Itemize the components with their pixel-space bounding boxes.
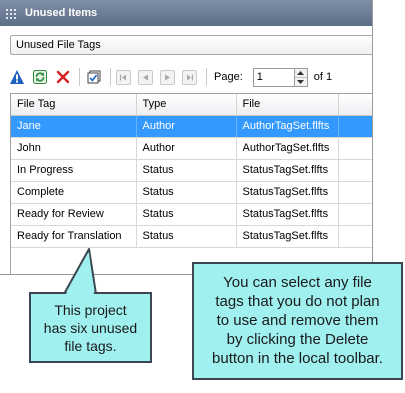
callout-delete-hint: You can select any file tags that you do…	[192, 262, 403, 380]
callout-line: to use and remove them	[216, 312, 379, 329]
callout-line: tags that you do not plan	[215, 293, 380, 310]
callout-line: by clicking the Delete	[226, 331, 369, 348]
callout-line: You can select any file	[223, 274, 372, 291]
callout-line: button in the local toolbar.	[212, 350, 383, 367]
